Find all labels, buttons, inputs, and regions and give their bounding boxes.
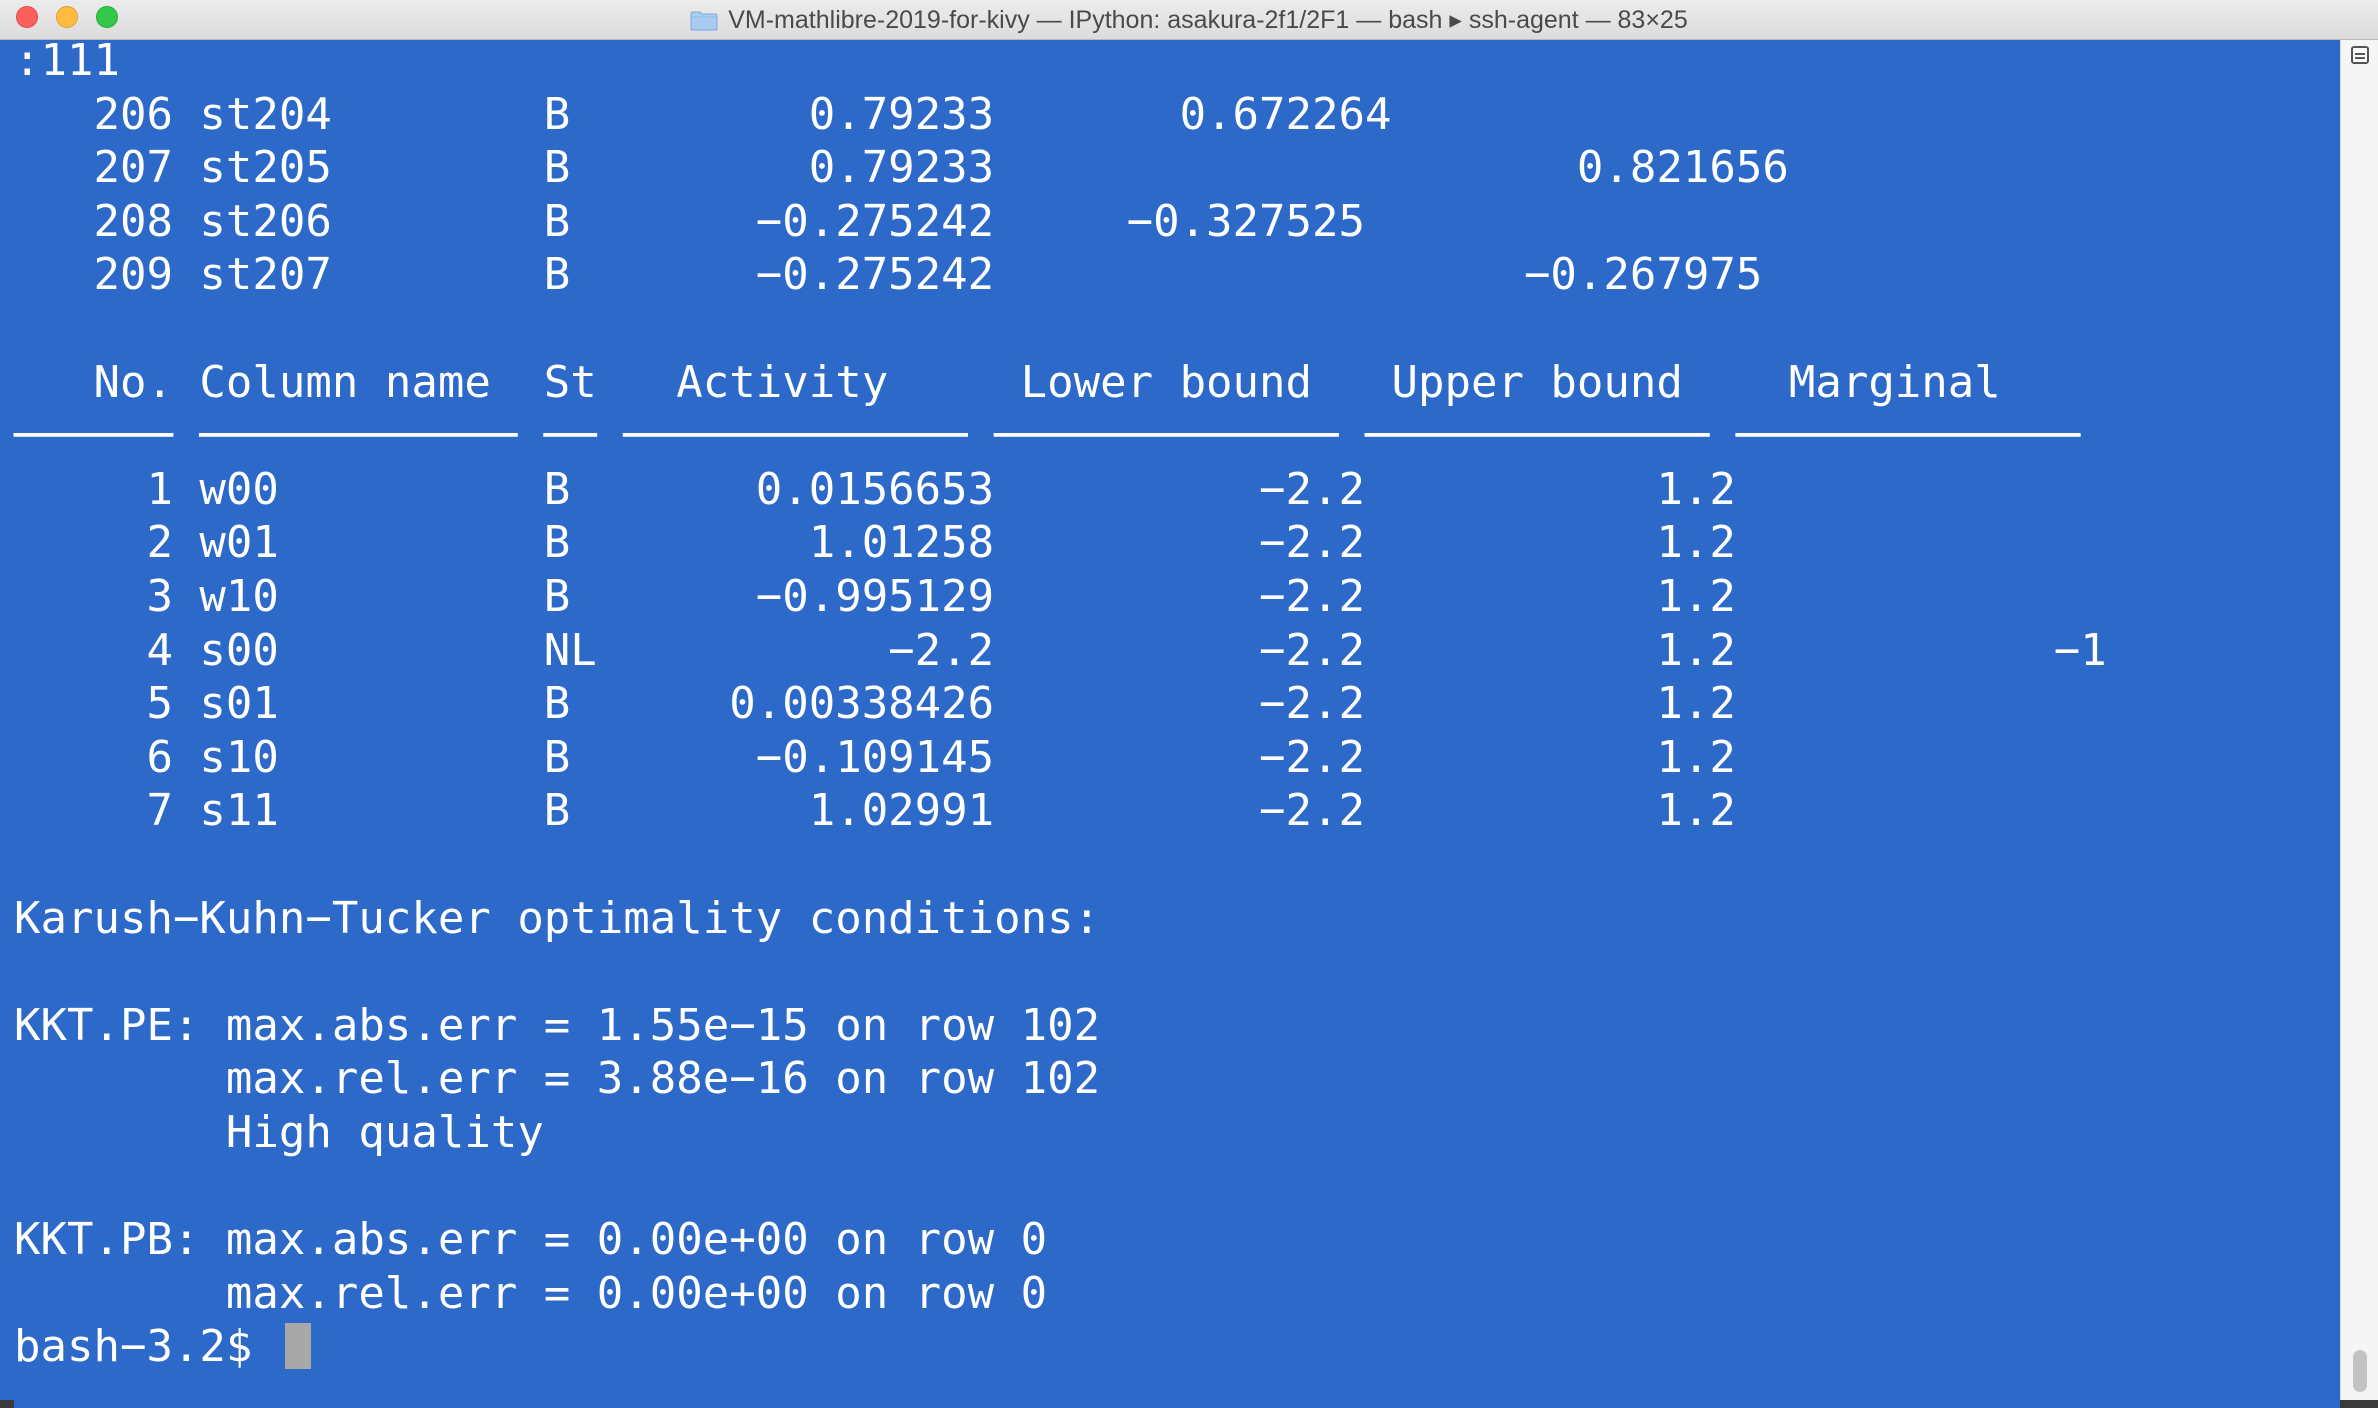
folder-icon [690, 11, 718, 31]
terminal-line: Karush−Kuhn−Tucker optimality conditions… [14, 892, 1101, 944]
terminal-line: 6 s10 B −0.109145 −2.2 1.2 [14, 731, 1736, 783]
terminal-content[interactable]: :111 206 st204 B 0.79233 0.672264 207 st… [0, 35, 2340, 1400]
window-title: VM-mathlibre-2019-for-kivy — IPython: as… [728, 6, 1688, 34]
terminal-bottom-fill [14, 1400, 2340, 1408]
vertical-scrollbar[interactable] [2340, 40, 2378, 1400]
window-title-container: VM-mathlibre-2019-for-kivy — IPython: as… [0, 0, 2378, 40]
terminal-line: :111 [14, 35, 120, 86]
terminal-line: 3 w10 B −0.995129 −2.2 1.2 [14, 571, 1736, 622]
scrollbar-thumb[interactable] [2353, 1350, 2367, 1392]
terminal-line: No. Column name St Activity Lower bound … [14, 356, 2001, 408]
terminal-line: 208 st206 B −0.275242 −0.327525 [14, 195, 1366, 247]
terminal-line: 7 s11 B 1.02991 −2.2 1.2 [14, 785, 1736, 837]
terminal-line: KKT.PB: max.abs.err = 0.00e+00 on row 0 [14, 1214, 1048, 1266]
terminal-line: max.rel.err = 3.88e−16 on row 102 [14, 1053, 1101, 1105]
title-bar[interactable]: VM-mathlibre-2019-for-kivy — IPython: as… [0, 0, 2378, 40]
split-pane-icon[interactable] [2351, 46, 2369, 64]
terminal-line: ────── ──────────── ── ───────────── ───… [14, 410, 2081, 462]
terminal-line: 207 st205 B 0.79233 0.821656 [14, 142, 1789, 194]
text-cursor [284, 1323, 311, 1370]
terminal-line: max.rel.err = 0.00e+00 on row 0 [14, 1267, 1048, 1319]
terminal-line: 4 s00 NL −2.2 −2.2 1.2 −1 [14, 624, 2107, 676]
prompt-line[interactable]: bash−3.2$ [14, 1320, 311, 1374]
terminal-line: 5 s01 B 0.00338426 −2.2 1.2 [14, 678, 1736, 730]
terminal-line: 206 st204 B 0.79233 0.672264 [14, 88, 1392, 140]
terminal-window: VM-mathlibre-2019-for-kivy — IPython: as… [0, 0, 2378, 1408]
terminal-line: 2 w01 B 1.01258 −2.2 1.2 [14, 517, 1736, 569]
terminal-line: High quality [14, 1107, 544, 1158]
shell-prompt: bash−3.2$ [14, 1321, 279, 1373]
terminal-line: KKT.PE: max.abs.err = 1.55e−15 on row 10… [14, 999, 1101, 1051]
terminal-line: 209 st207 B −0.275242 −0.267975 [14, 249, 1763, 301]
terminal-line: 1 w00 B 0.0156653 −2.2 1.2 [14, 463, 1736, 515]
